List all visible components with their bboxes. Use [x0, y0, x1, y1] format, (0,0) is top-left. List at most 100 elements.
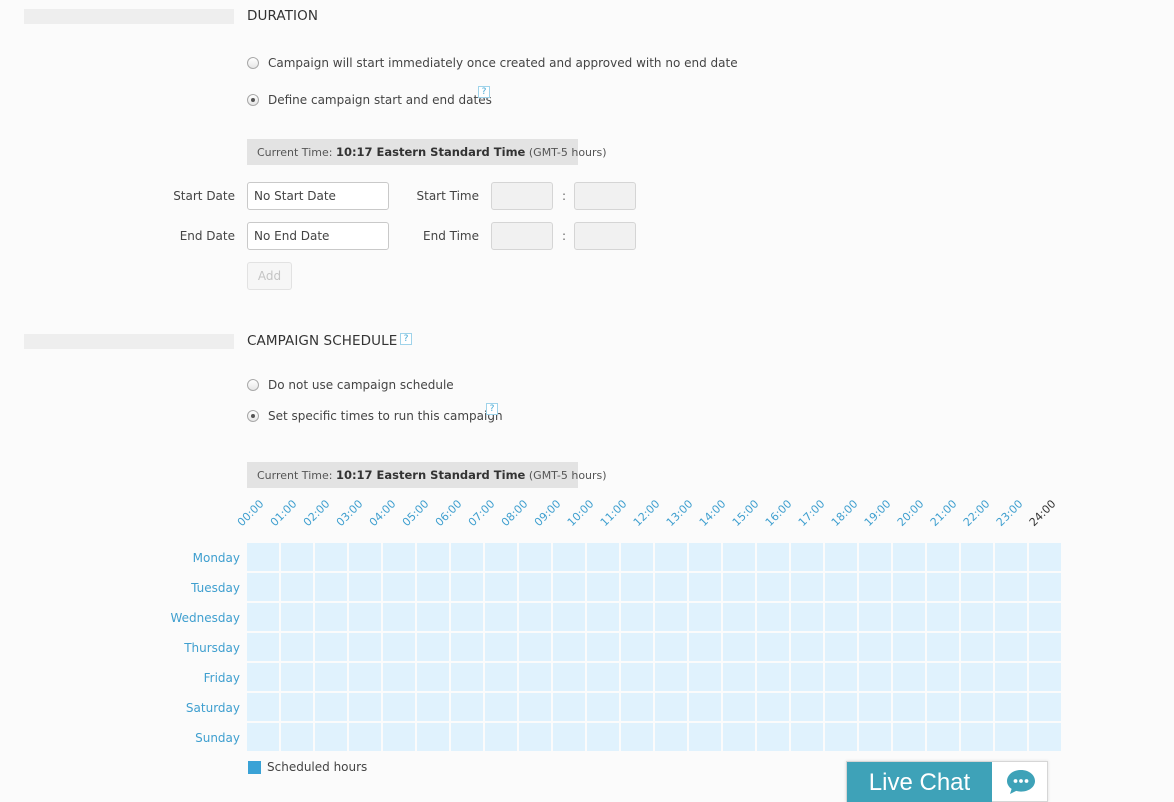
schedule-cell[interactable]	[247, 633, 279, 661]
schedule-cell[interactable]	[961, 573, 993, 601]
schedule-cell[interactable]	[553, 693, 585, 721]
schedule-cell[interactable]	[247, 723, 279, 751]
schedule-cell[interactable]	[281, 543, 313, 571]
schedule-cell[interactable]	[995, 573, 1027, 601]
schedule-cell[interactable]	[689, 633, 721, 661]
schedule-cell[interactable]	[655, 603, 687, 631]
schedule-cell[interactable]	[417, 723, 449, 751]
schedule-cell[interactable]	[757, 573, 789, 601]
schedule-cell[interactable]	[247, 573, 279, 601]
schedule-cell[interactable]	[349, 543, 381, 571]
schedule-cell[interactable]	[621, 723, 653, 751]
schedule-cell[interactable]	[791, 633, 823, 661]
schedule-cell[interactable]	[655, 573, 687, 601]
start-minute-input[interactable]	[574, 182, 636, 210]
radio-define-dates[interactable]: Define campaign start and end dates	[247, 93, 492, 107]
schedule-cell[interactable]	[927, 663, 959, 691]
schedule-cell[interactable]	[655, 663, 687, 691]
schedule-cell[interactable]	[553, 633, 585, 661]
schedule-cell[interactable]	[383, 663, 415, 691]
schedule-grid[interactable]	[247, 543, 1061, 751]
schedule-cell[interactable]	[621, 603, 653, 631]
schedule-cell[interactable]	[281, 573, 313, 601]
start-date-input[interactable]	[247, 182, 389, 210]
schedule-cell[interactable]	[961, 663, 993, 691]
schedule-cell[interactable]	[315, 633, 347, 661]
schedule-cell[interactable]	[587, 543, 619, 571]
schedule-cell[interactable]	[689, 723, 721, 751]
schedule-cell[interactable]	[961, 543, 993, 571]
schedule-cell[interactable]	[519, 723, 551, 751]
schedule-cell[interactable]	[587, 693, 619, 721]
schedule-cell[interactable]	[349, 633, 381, 661]
schedule-cell[interactable]	[417, 663, 449, 691]
schedule-cell[interactable]	[281, 663, 313, 691]
schedule-cell[interactable]	[927, 603, 959, 631]
schedule-cell[interactable]	[417, 603, 449, 631]
schedule-cell[interactable]	[859, 573, 891, 601]
schedule-cell[interactable]	[417, 543, 449, 571]
end-minute-input[interactable]	[574, 222, 636, 250]
schedule-cell[interactable]	[315, 663, 347, 691]
schedule-cell[interactable]	[621, 573, 653, 601]
schedule-cell[interactable]	[689, 603, 721, 631]
schedule-cell[interactable]	[485, 573, 517, 601]
schedule-cell[interactable]	[247, 693, 279, 721]
schedule-cell[interactable]	[893, 543, 925, 571]
schedule-cell[interactable]	[553, 543, 585, 571]
schedule-cell[interactable]	[281, 633, 313, 661]
end-hour-input[interactable]	[491, 222, 553, 250]
schedule-cell[interactable]	[893, 573, 925, 601]
schedule-cell[interactable]	[417, 633, 449, 661]
schedule-cell[interactable]	[519, 663, 551, 691]
schedule-cell[interactable]	[281, 723, 313, 751]
schedule-cell[interactable]	[451, 723, 483, 751]
radio-button-checked-icon[interactable]	[247, 410, 259, 422]
schedule-cell[interactable]	[689, 573, 721, 601]
schedule-cell[interactable]	[893, 633, 925, 661]
radio-button-icon[interactable]	[247, 57, 259, 69]
schedule-cell[interactable]	[451, 543, 483, 571]
schedule-cell[interactable]	[961, 723, 993, 751]
schedule-cell[interactable]	[451, 603, 483, 631]
schedule-cell[interactable]	[791, 543, 823, 571]
schedule-cell[interactable]	[757, 723, 789, 751]
schedule-cell[interactable]	[927, 693, 959, 721]
schedule-cell[interactable]	[723, 723, 755, 751]
schedule-cell[interactable]	[893, 663, 925, 691]
schedule-cell[interactable]	[825, 573, 857, 601]
schedule-cell[interactable]	[723, 543, 755, 571]
schedule-cell[interactable]	[825, 723, 857, 751]
schedule-cell[interactable]	[383, 543, 415, 571]
schedule-cell[interactable]	[383, 723, 415, 751]
chat-bubble-icon[interactable]	[1005, 768, 1037, 796]
schedule-cell[interactable]	[1029, 633, 1061, 661]
schedule-cell[interactable]	[927, 573, 959, 601]
schedule-cell[interactable]	[553, 723, 585, 751]
schedule-cell[interactable]	[1029, 663, 1061, 691]
schedule-cell[interactable]	[655, 693, 687, 721]
schedule-cell[interactable]	[723, 633, 755, 661]
schedule-cell[interactable]	[1029, 573, 1061, 601]
schedule-cell[interactable]	[281, 693, 313, 721]
schedule-cell[interactable]	[621, 633, 653, 661]
schedule-cell[interactable]	[349, 573, 381, 601]
schedule-cell[interactable]	[723, 663, 755, 691]
schedule-cell[interactable]	[791, 573, 823, 601]
schedule-cell[interactable]	[859, 543, 891, 571]
schedule-cell[interactable]	[587, 573, 619, 601]
schedule-cell[interactable]	[859, 663, 891, 691]
radio-start-immediately[interactable]: Campaign will start immediately once cre…	[247, 56, 738, 70]
schedule-cell[interactable]	[553, 663, 585, 691]
schedule-cell[interactable]	[961, 603, 993, 631]
schedule-cell[interactable]	[247, 603, 279, 631]
schedule-cell[interactable]	[1029, 693, 1061, 721]
schedule-cell[interactable]	[995, 633, 1027, 661]
schedule-cell[interactable]	[247, 663, 279, 691]
schedule-cell[interactable]	[927, 723, 959, 751]
schedule-cell[interactable]	[587, 723, 619, 751]
schedule-cell[interactable]	[893, 693, 925, 721]
schedule-cell[interactable]	[723, 573, 755, 601]
schedule-cell[interactable]	[451, 573, 483, 601]
schedule-cell[interactable]	[281, 603, 313, 631]
